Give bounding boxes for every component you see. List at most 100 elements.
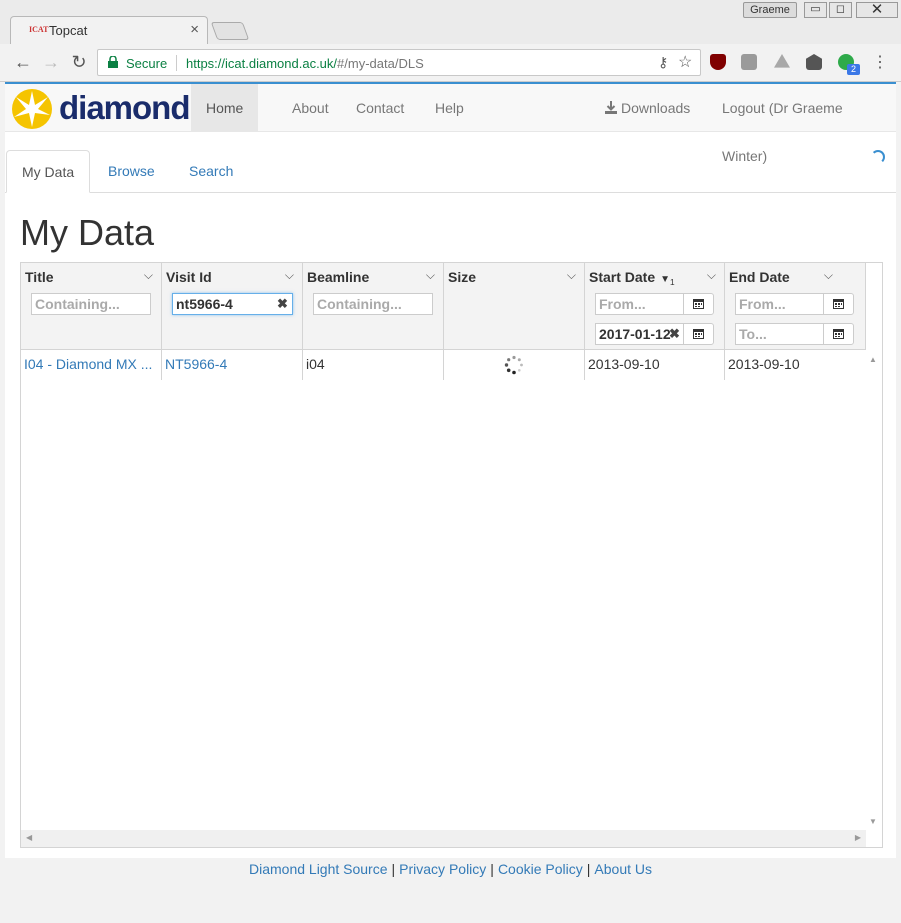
scroll-left-icon[interactable]: ◀	[26, 833, 32, 842]
beamline-filter-input[interactable]	[313, 293, 433, 315]
footer-separator: |	[490, 861, 494, 877]
drive-extension-icon[interactable]	[774, 54, 790, 68]
column-label: End Date	[729, 269, 790, 285]
maximize-button[interactable]: ◻	[829, 2, 852, 18]
ublock-extension-icon[interactable]	[710, 54, 726, 70]
column-beamline-header[interactable]: Beamline ⌵	[303, 263, 444, 350]
diamond-logo-star-icon[interactable]	[10, 87, 54, 131]
calendar-icon	[833, 299, 844, 309]
scroll-up-icon[interactable]: ▲	[869, 355, 877, 364]
page-tabs: My Data Browse Search	[5, 150, 896, 193]
grid-header: Title ⌵ Visit Id ⌵ ✖ Beamline ⌵ Size ⌵ S…	[21, 263, 866, 350]
url-host: https://icat.diamond.ac.uk/	[186, 56, 338, 71]
lock-icon	[108, 56, 118, 68]
end-date-to-input[interactable]	[735, 323, 824, 345]
end-date-from-calendar-button[interactable]	[823, 293, 854, 315]
scroll-down-icon[interactable]: ▼	[869, 817, 877, 826]
favicon-icon: ICAT	[29, 25, 49, 34]
extension-badge: 2	[847, 64, 860, 75]
calendar-icon	[693, 329, 704, 339]
profile-button[interactable]: Graeme	[743, 2, 797, 18]
extension-icon[interactable]	[741, 54, 757, 70]
tab-title: Topcat	[49, 23, 88, 38]
close-tab-icon[interactable]: ×	[190, 21, 199, 38]
calendar-icon	[833, 329, 844, 339]
chevron-down-icon[interactable]: ⌵	[824, 268, 833, 283]
column-label: Title	[25, 269, 54, 285]
sort-desc-icon[interactable]: ▼1	[660, 274, 675, 287]
browser-chrome: Graeme ▭ ◻ ✕ ICAT Topcat × ← → ↻ Secure …	[0, 0, 901, 82]
secure-label: Secure	[126, 56, 168, 71]
footer-link-about[interactable]: About Us	[594, 861, 652, 877]
cell-beamline: i04	[303, 350, 444, 380]
column-visit-id-header[interactable]: Visit Id ⌵ ✖	[162, 263, 303, 350]
key-icon[interactable]: ⚷	[658, 54, 668, 71]
chevron-down-icon[interactable]: ⌵	[144, 268, 153, 283]
start-date-from-calendar-button[interactable]	[683, 293, 714, 315]
cell-end-date: 2013-09-10	[725, 350, 866, 380]
column-label: Visit Id	[166, 269, 212, 285]
tab-browse[interactable]: Browse	[93, 150, 170, 192]
column-title-header[interactable]: Title ⌵	[21, 263, 162, 350]
menu-icon[interactable]: ⋮	[872, 52, 888, 72]
cell-start-date: 2013-09-10	[585, 350, 725, 380]
column-end-date-header[interactable]: End Date ⌵	[725, 263, 866, 350]
mail-extension-icon[interactable]	[806, 54, 822, 70]
close-window-button[interactable]: ✕	[856, 2, 898, 18]
browser-toolbar: ← → ↻ Secure https://icat.diamond.ac.uk/…	[0, 44, 901, 82]
tab-search[interactable]: Search	[174, 150, 248, 192]
title-filter-input[interactable]	[31, 293, 151, 315]
cell-size	[444, 350, 585, 380]
column-start-date-header[interactable]: Start Date ▼1 ⌵ ✖	[585, 263, 725, 350]
new-tab-button[interactable]	[210, 22, 250, 40]
tab-my-data[interactable]: My Data	[6, 150, 91, 193]
footer-link-cookie[interactable]: Cookie Policy	[498, 861, 583, 877]
url-text[interactable]: https://icat.diamond.ac.uk/#/my-data/DLS	[186, 56, 424, 71]
column-size-header[interactable]: Size ⌵	[444, 263, 585, 350]
footer: Diamond Light Source | Privacy Policy | Cook…	[5, 858, 896, 919]
forward-icon[interactable]: →	[40, 52, 62, 73]
chevron-down-icon[interactable]: ⌵	[426, 268, 435, 283]
start-date-label: Start Date	[589, 269, 656, 285]
vertical-scrollbar[interactable]: ▲ ▼	[865, 350, 882, 831]
sort-priority: 1	[670, 277, 675, 287]
visit-id-filter-input[interactable]	[172, 293, 293, 315]
nav-home[interactable]: Home	[191, 84, 259, 132]
nav-contact[interactable]: Contact	[341, 84, 419, 132]
cell-visit-id-link[interactable]: NT5966-4	[162, 350, 303, 380]
chevron-down-icon[interactable]: ⌵	[567, 268, 576, 283]
nav-downloads[interactable]: Downloads	[590, 84, 705, 132]
clear-filter-icon[interactable]: ✖	[277, 296, 288, 312]
table-row[interactable]: I04 - Diamond MX ... NT5966-4 i04 2013-0…	[21, 350, 866, 380]
reload-icon[interactable]: ↻	[68, 52, 90, 73]
clear-date-icon[interactable]: ✖	[669, 326, 680, 342]
cell-title-link[interactable]: I04 - Diamond MX ...	[21, 350, 162, 380]
nav-logout[interactable]: Logout (Dr Graeme Winter)	[707, 84, 896, 164]
chevron-down-icon[interactable]: ⌵	[285, 268, 294, 283]
calendar-icon	[693, 299, 704, 309]
end-date-from-input[interactable]	[735, 293, 824, 315]
browser-tab[interactable]: ICAT Topcat ×	[10, 16, 208, 44]
diamond-logo-text[interactable]: diamond	[59, 89, 190, 127]
loading-spinner-icon	[504, 355, 523, 375]
footer-link-privacy[interactable]: Privacy Policy	[399, 861, 486, 877]
nav-about[interactable]: About	[277, 84, 344, 132]
footer-separator: |	[586, 861, 591, 877]
chevron-down-icon[interactable]: ⌵	[707, 268, 716, 283]
footer-link-diamond[interactable]: Diamond Light Source	[249, 861, 388, 877]
start-date-from-input[interactable]	[595, 293, 684, 315]
nav-help[interactable]: Help	[420, 84, 479, 132]
downloads-label: Downloads	[621, 100, 691, 116]
navbar: diamond Home About Contact Help Download…	[5, 84, 896, 164]
end-date-to-calendar-button[interactable]	[823, 323, 854, 345]
start-date-to-calendar-button[interactable]	[683, 323, 714, 345]
web-page: diamond Home About Contact Help Download…	[5, 82, 896, 919]
horizontal-scrollbar[interactable]: ◀ ▶	[21, 830, 866, 847]
back-icon[interactable]: ←	[12, 52, 34, 73]
scroll-right-icon[interactable]: ▶	[855, 833, 861, 842]
minimize-button[interactable]: ▭	[804, 2, 827, 18]
star-icon[interactable]: ☆	[678, 52, 692, 72]
address-bar[interactable]: Secure https://icat.diamond.ac.uk/#/my-d…	[97, 49, 701, 76]
data-grid: Title ⌵ Visit Id ⌵ ✖ Beamline ⌵ Size ⌵ S…	[20, 262, 883, 848]
column-label: Size	[448, 269, 477, 285]
